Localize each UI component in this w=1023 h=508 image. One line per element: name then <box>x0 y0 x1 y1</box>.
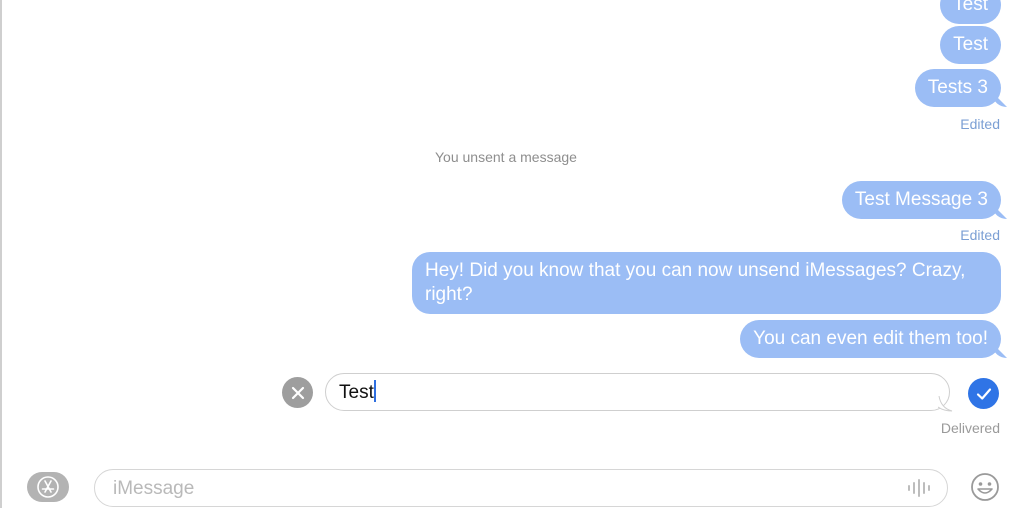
sidebar-divider <box>0 0 2 508</box>
apps-button[interactable] <box>27 472 69 502</box>
edited-label[interactable]: Edited <box>960 116 1000 132</box>
edited-label[interactable]: Edited <box>960 227 1000 243</box>
text-cursor <box>373 380 376 402</box>
message-bubble[interactable]: You can even edit them too! <box>740 320 1001 358</box>
emoji-icon[interactable] <box>970 472 1000 502</box>
imessage-input[interactable]: iMessage <box>94 469 948 507</box>
confirm-edit-button[interactable] <box>968 378 999 409</box>
checkmark-icon <box>976 387 991 400</box>
edit-field-text: Test <box>339 382 374 403</box>
edit-field-tail <box>938 396 953 412</box>
message-bubble[interactable]: Tests 3 <box>914 69 1001 107</box>
message-bubble[interactable]: Test <box>940 0 1001 24</box>
close-icon <box>291 386 304 399</box>
message-bubble[interactable]: Test Message 3 <box>841 181 1001 219</box>
messages-window: Test Test Tests 3 Edited You unsent a me… <box>0 0 1023 508</box>
app-store-icon <box>37 476 59 498</box>
message-bubble[interactable]: Hey! Did you know that you can now unsen… <box>412 252 1001 314</box>
message-bubble[interactable]: Test <box>940 26 1001 64</box>
edit-message-field[interactable]: Test <box>325 373 950 411</box>
unsent-notice: You unsent a message <box>435 149 577 165</box>
cancel-edit-button[interactable] <box>282 377 313 408</box>
audio-waveform-icon[interactable] <box>907 478 933 498</box>
delivered-label: Delivered <box>940 420 1000 436</box>
imessage-placeholder: iMessage <box>113 478 195 499</box>
